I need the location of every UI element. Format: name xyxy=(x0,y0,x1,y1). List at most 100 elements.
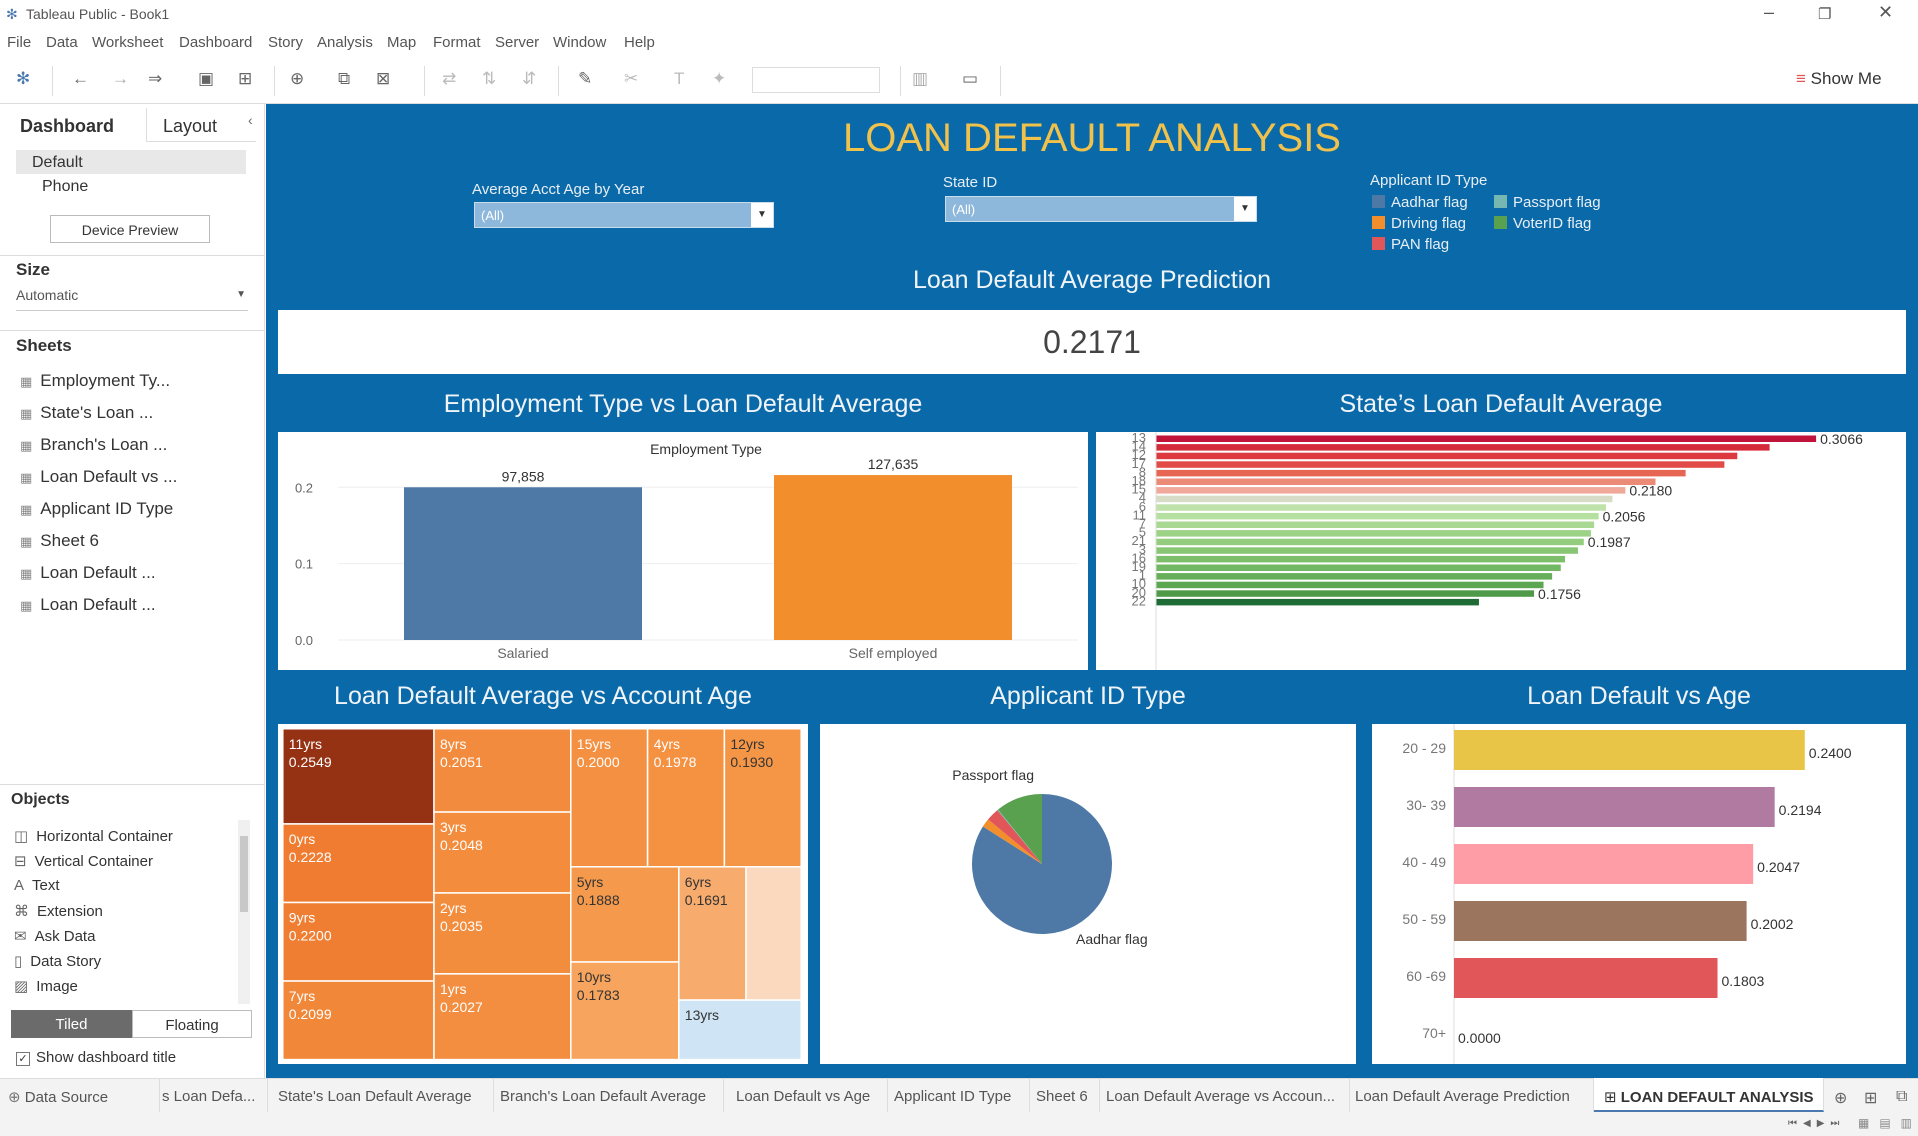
new-story-tab-icon[interactable]: ⧉ xyxy=(1896,1088,1907,1106)
employment-chart-panel[interactable]: Employment Type 0.0 0.1 0.2 97,858 Salaried 1… xyxy=(278,432,1088,670)
tiled-button[interactable]: Tiled xyxy=(11,1010,132,1038)
object-data-story[interactable]: ▯ Data Story xyxy=(14,952,101,970)
menu-story[interactable]: Story xyxy=(268,34,303,51)
menu-help[interactable]: Help xyxy=(624,34,655,51)
menu-map[interactable]: Map xyxy=(387,34,416,51)
age-chart-panel[interactable]: 20 - 29 0.2400 30- 39 0.2194 40 - 49 0.2047 50… xyxy=(1372,724,1906,1064)
duplicate-icon[interactable]: ⧉ xyxy=(338,69,350,89)
object-text[interactable]: A Text xyxy=(14,877,60,894)
menu-worksheet[interactable]: Worksheet xyxy=(92,34,163,51)
menu-server[interactable]: Server xyxy=(495,34,539,51)
state-chart: 13 0.306614121781815 0.21804611 0.20567521 0… xyxy=(1132,430,1863,670)
state-chart-panel[interactable]: 13 0.3066 14 12 17 8 18 15 0.2180 4 6 11 0.2056 7 5 21 0… xyxy=(1096,430,1906,670)
sheet-item[interactable]: ▦ Loan Default ... xyxy=(20,563,156,583)
sheet-tab[interactable]: Applicant ID Type xyxy=(888,1078,1030,1112)
treemap-label: 9yrs xyxy=(289,910,315,926)
sheet-tab[interactable]: Loan Default Average Prediction xyxy=(1350,1078,1594,1112)
sheet-tab[interactable]: State's Loan Default Average xyxy=(268,1078,494,1112)
close-icon[interactable]: ✕ xyxy=(1878,2,1893,23)
sheet-item[interactable]: ▦ Sheet 6 xyxy=(20,531,99,551)
legend-item[interactable]: PAN flag xyxy=(1372,236,1449,253)
minimize-icon[interactable]: – xyxy=(1764,2,1774,23)
sheet-item[interactable]: ▦ Loan Default ... xyxy=(20,595,156,615)
device-default[interactable]: Default xyxy=(16,150,246,174)
sort-asc-icon[interactable]: ⇅ xyxy=(482,69,496,89)
menu-file[interactable]: File xyxy=(7,34,31,51)
sheet-item[interactable]: ▦ State's Loan ... xyxy=(20,403,153,423)
replay-icon[interactable]: ⇒ xyxy=(148,69,162,89)
show-cards-icon[interactable]: ▥ xyxy=(912,69,928,89)
redo-icon[interactable]: → xyxy=(112,69,129,89)
undo-icon[interactable]: ← xyxy=(72,69,89,89)
group-icon[interactable]: ✂ xyxy=(624,69,638,89)
sheet-label: Loan Default ... xyxy=(40,595,156,614)
label-icon[interactable]: T xyxy=(674,69,684,89)
tab-layout[interactable]: Layout xyxy=(146,108,256,142)
swap-icon[interactable]: ⇄ xyxy=(442,69,456,89)
object-extension[interactable]: ⌘ Extension xyxy=(14,902,103,920)
sheet-item[interactable]: ▦ Branch's Loan ... xyxy=(20,435,167,455)
filter-state-dropdown[interactable]: (All) ▼ xyxy=(945,196,1257,222)
new-datasource-icon[interactable]: ⊞ xyxy=(238,69,252,89)
data-label: 0.2400 xyxy=(1809,745,1852,761)
clear-sheet-icon[interactable]: ⊠ xyxy=(376,69,390,89)
object-horizontal-container[interactable]: ◫ Horizontal Container xyxy=(14,827,173,845)
fit-dropdown[interactable] xyxy=(752,67,880,93)
legend-item[interactable]: VoterID flag xyxy=(1494,215,1591,232)
object-ask-data[interactable]: ✉ Ask Data xyxy=(14,927,95,945)
size-dropdown[interactable]: Automatic ▼ xyxy=(16,287,248,311)
menu-analysis[interactable]: Analysis xyxy=(317,34,373,51)
sheet-item[interactable]: ▦ Loan Default vs ... xyxy=(20,467,177,487)
device-phone[interactable]: Phone xyxy=(42,178,88,196)
menu-format[interactable]: Format xyxy=(433,34,481,51)
floating-button[interactable]: Floating xyxy=(132,1010,252,1038)
highlight-icon[interactable]: ✎ xyxy=(578,69,592,89)
menu-data[interactable]: Data xyxy=(46,34,78,51)
sheet-tab-active[interactable]: ⊞ LOAN DEFAULT ANALYSIS xyxy=(1594,1078,1824,1112)
objects-scrollbar[interactable] xyxy=(238,820,250,1004)
sort-desc-icon[interactable]: ⇵ xyxy=(522,69,536,89)
treemap-label: 0yrs xyxy=(289,831,315,847)
data-label: 0.2056 xyxy=(1603,508,1646,524)
menu-window[interactable]: Window xyxy=(553,34,606,51)
account-age-chart-panel[interactable]: 11yrs 0.2549 0yrs 0.2228 9yrs 0.2200 7yrs 0.209… xyxy=(278,724,808,1064)
tab-data-source[interactable]: ⊕ Data Source xyxy=(0,1078,160,1112)
view-mode-icons[interactable]: ▦▤▥ xyxy=(1858,1116,1918,1130)
save-icon[interactable]: ▣ xyxy=(198,69,214,89)
new-dashboard-tab-icon[interactable]: ⊞ xyxy=(1864,1088,1877,1108)
applicant-chart-panel[interactable]: Aadhar flag Passport flag xyxy=(820,724,1356,1064)
new-worksheet-tab-icon[interactable]: ⊕ xyxy=(1834,1088,1847,1108)
presentation-icon[interactable]: ▭ xyxy=(962,69,978,89)
sheet-tab[interactable]: Loan Default vs Age xyxy=(724,1078,888,1112)
show-title-checkbox[interactable]: ✓ Show dashboard title xyxy=(16,1049,176,1066)
sheet-tab[interactable]: s Loan Defa... xyxy=(160,1078,268,1112)
tab-dashboard[interactable]: Dashboard xyxy=(0,108,146,142)
sheet-tab[interactable]: Sheet 6 xyxy=(1030,1078,1100,1112)
filter-acct-age-dropdown[interactable]: (All) ▼ xyxy=(474,202,774,228)
pin-icon[interactable]: ✦ xyxy=(712,69,726,89)
new-worksheet-icon[interactable]: ⊕ xyxy=(290,69,304,89)
object-image[interactable]: ▨ Image xyxy=(14,977,78,995)
tab-nav-icons[interactable]: ⏮◀▶⏭ xyxy=(1788,1118,1845,1129)
scrollbar-thumb[interactable] xyxy=(240,836,248,912)
prediction-panel[interactable]: 0.2171 xyxy=(278,310,1906,374)
sheet-tab[interactable]: Loan Default Average vs Accoun... xyxy=(1100,1078,1350,1112)
legend-item[interactable]: Passport flag xyxy=(1494,194,1601,211)
collapse-panel-icon[interactable]: ‹ xyxy=(248,112,253,128)
object-vertical-container[interactable]: ⊟ Vertical Container xyxy=(14,852,153,870)
tableau-home-icon[interactable]: ✻ xyxy=(16,69,30,89)
device-preview-button[interactable]: Device Preview xyxy=(50,215,210,243)
bar xyxy=(1156,573,1553,580)
data-label: 97,858 xyxy=(502,468,545,484)
bar xyxy=(1156,530,1591,537)
show-title-label: Show dashboard title xyxy=(36,1049,177,1066)
worksheet-icon: ▦ xyxy=(20,598,33,613)
sheet-item[interactable]: ▦ Employment Ty... xyxy=(20,371,170,391)
sheet-tab[interactable]: Branch's Loan Default Average xyxy=(494,1078,724,1112)
menu-dashboard[interactable]: Dashboard xyxy=(179,34,252,51)
show-me-button[interactable]: ≡ Show Me xyxy=(1796,69,1882,89)
sheet-item[interactable]: ▦ Applicant ID Type xyxy=(20,499,173,519)
restore-icon[interactable]: ❐ xyxy=(1818,5,1831,23)
legend-item[interactable]: Aadhar flag xyxy=(1372,194,1468,211)
legend-item[interactable]: Driving flag xyxy=(1372,215,1466,232)
